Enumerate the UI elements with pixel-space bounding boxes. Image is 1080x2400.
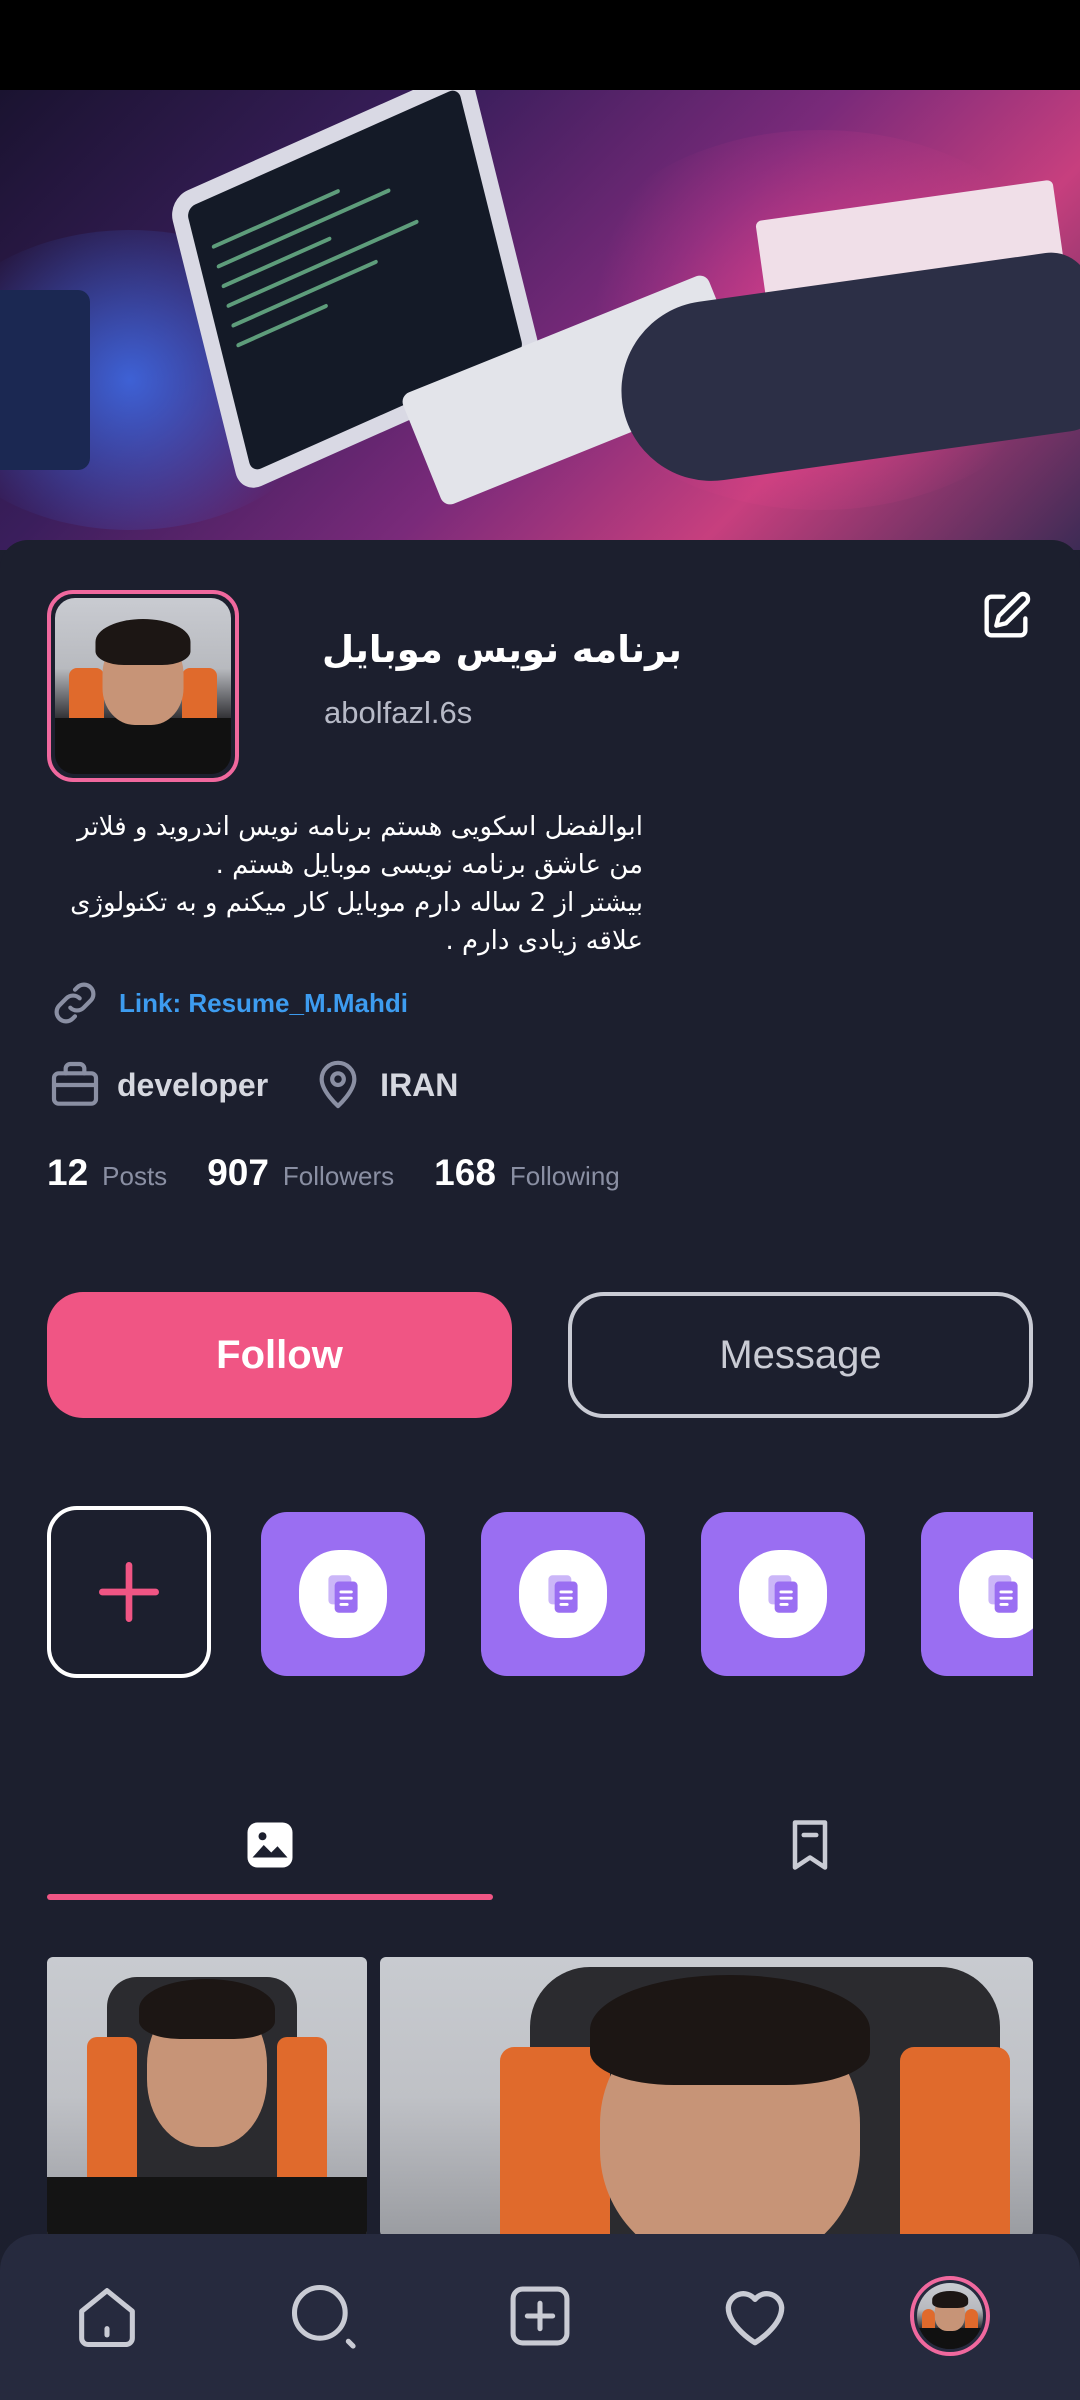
bio-line: ابوالفضل اسکویی هستم برنامه نویس اندروید…	[77, 812, 643, 842]
highlights-row	[47, 1506, 1033, 1678]
active-tab-indicator	[47, 1894, 493, 1900]
heart-icon	[725, 2291, 785, 2346]
profile-username: abolfazl.6s	[324, 695, 473, 730]
tab-posts[interactable]	[47, 1790, 493, 1900]
nav-likes[interactable]	[715, 2276, 795, 2356]
bio-line: علاقه زیادی دارم .	[445, 926, 643, 956]
profile-avatar[interactable]	[47, 590, 239, 782]
briefcase-icon	[51, 1061, 99, 1106]
following-count: 168	[434, 1152, 496, 1193]
bio-line: بیشتر از 2 ساله دارم موبایل کار میکنم و …	[70, 888, 643, 918]
message-button[interactable]: Message	[568, 1292, 1033, 1418]
document-icon	[328, 1575, 358, 1613]
following-stat[interactable]: 168 Following	[434, 1152, 620, 1194]
profile-tabs	[47, 1790, 1033, 1900]
following-label: Following	[509, 1161, 620, 1191]
follow-button[interactable]: Follow	[47, 1292, 512, 1418]
highlight-item[interactable]	[701, 1512, 865, 1676]
profile-bio: ابوالفضل اسکویی هستم برنامه نویس اندروید…	[48, 808, 643, 960]
posts-count: 12	[47, 1152, 89, 1193]
location-text: IRAN	[380, 1066, 459, 1103]
image-icon	[247, 1822, 293, 1868]
highlight-item[interactable]	[921, 1512, 1033, 1676]
document-icon	[988, 1575, 1018, 1613]
post-thumbnail[interactable]	[380, 1957, 1033, 2237]
document-icon	[768, 1575, 798, 1613]
followers-stat[interactable]: 907 Followers	[207, 1152, 394, 1194]
bookmark-icon	[792, 1820, 828, 1870]
job-info: developer	[47, 1057, 268, 1113]
nav-home[interactable]	[67, 2276, 147, 2356]
profile-link-row[interactable]: Link: Resume_M.Mahdi	[47, 973, 408, 1033]
highlight-item[interactable]	[481, 1512, 645, 1676]
profile-title: برنامه نویس موبایل	[322, 628, 682, 671]
home-icon	[79, 2288, 135, 2348]
profile-screen: برنامه نویس موبایل abolfazl.6s ابوالفضل …	[0, 0, 1080, 2400]
edit-profile-button[interactable]	[975, 585, 1037, 647]
followers-count: 907	[207, 1152, 269, 1193]
add-square-icon	[510, 2286, 570, 2346]
tab-saved[interactable]	[587, 1790, 1033, 1900]
nav-add-post[interactable]	[500, 2276, 580, 2356]
plus-icon	[99, 1562, 160, 1622]
nav-search[interactable]	[283, 2276, 363, 2356]
posts-grid	[47, 1957, 1033, 2237]
add-highlight-button[interactable]	[47, 1506, 211, 1678]
followers-label: Followers	[282, 1161, 395, 1191]
nav-profile[interactable]	[910, 2276, 990, 2356]
posts-stat[interactable]: 12 Posts	[47, 1152, 167, 1194]
search-icon	[291, 2284, 356, 2349]
job-text: developer	[117, 1066, 269, 1103]
profile-link[interactable]: Link: Resume_M.Mahdi	[119, 988, 408, 1019]
location-pin-icon	[319, 1060, 357, 1109]
posts-label: Posts	[102, 1161, 168, 1191]
profile-stats: 12 Posts 907 Followers 168 Following	[47, 1152, 660, 1206]
bio-line: من عاشق برنامه نویسی موبایل هستم .	[215, 850, 643, 880]
document-icon	[548, 1575, 578, 1613]
cover-image	[0, 90, 1080, 550]
profile-info-row: developer IRAN	[47, 1055, 500, 1115]
post-thumbnail[interactable]	[47, 1957, 367, 2237]
link-icon	[54, 982, 96, 1024]
edit-icon	[984, 591, 1031, 638]
location-info: IRAN	[310, 1057, 458, 1113]
status-bar	[0, 0, 1080, 90]
nav-avatar	[910, 2276, 990, 2356]
bottom-navigation	[0, 2234, 1080, 2400]
highlight-item[interactable]	[261, 1512, 425, 1676]
